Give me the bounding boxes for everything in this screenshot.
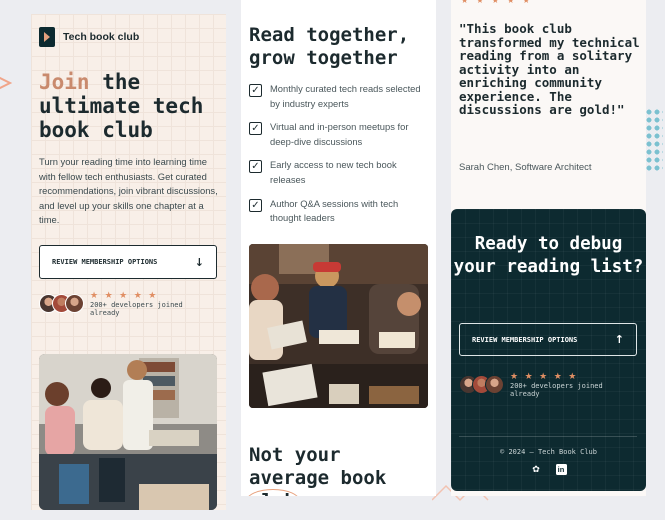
avatar: [485, 375, 504, 394]
decorative-arrow-icon: [0, 76, 13, 90]
cta-card: Ready to debug your reading list? REVIEW…: [451, 209, 646, 491]
review-membership-button[interactable]: REVIEW MEMBERSHIP OPTIONS ↑: [459, 323, 637, 356]
copyright: © 2024 – Tech Book Club: [500, 448, 597, 456]
checkbox-icon: ✓: [249, 122, 262, 136]
brand-name: Tech book club: [63, 31, 140, 43]
benefit-text: Monthly curated tech reads selected by i…: [270, 83, 421, 109]
joined-count: 200+ developers joined already: [90, 301, 183, 317]
arrow-down-icon: ↓: [194, 255, 204, 269]
social-proof: ★ ★ ★ ★ ★ 200+ developers joined already: [459, 371, 610, 398]
section-title-not-average: Not your average book club: [246, 444, 429, 496]
hero-title-accent: Join: [39, 70, 90, 94]
checkbox-icon: ✓: [249, 84, 262, 97]
benefit-item: ✓ Author Q&A sessions with tech thought …: [249, 197, 431, 226]
arrow-up-icon: ↑: [614, 333, 624, 346]
checkbox-icon: ✓: [249, 160, 262, 174]
section-title-circled-word: club: [246, 489, 300, 496]
star-rating: ★ ★ ★ ★ ★: [90, 290, 159, 300]
star-rating: ★ ★ ★ ★ ★: [510, 371, 579, 381]
star-rating: ★ ★ ★ ★ ★: [461, 0, 533, 5]
review-membership-label: REVIEW MEMBERSHIP OPTIONS: [472, 335, 578, 344]
bluesky-icon[interactable]: ✿: [531, 464, 542, 475]
avatar-group: [459, 375, 504, 394]
linkedin-icon[interactable]: in: [555, 464, 567, 475]
cta-title: Ready to debug your reading list?: [453, 234, 644, 277]
hero-subtitle: Turn your reading time into learning tim…: [39, 156, 218, 226]
brand[interactable]: Tech book club: [39, 27, 139, 47]
social-links: ✿ in: [451, 464, 646, 475]
review-membership-label: REVIEW MEMBERSHIP OPTIONS: [52, 258, 158, 266]
benefit-item: ✓ Early access to new tech book releases: [249, 158, 431, 187]
bookmark-play-logo: [39, 27, 55, 47]
testimonial-quote: "This book club transformed my technical…: [459, 21, 640, 117]
social-proof: ★ ★ ★ ★ ★ 200+ developers joined already: [39, 290, 190, 317]
benefits-title: Read together, grow together: [249, 24, 410, 69]
benefit-text: Early access to new tech book releases: [270, 159, 397, 185]
hero-title: Join the ultimate tech book club: [39, 70, 224, 142]
benefits-screen: Read together, grow together ✓ Monthly c…: [241, 0, 436, 496]
decorative-dot-grid: [645, 108, 663, 172]
benefit-text: Virtual and in-person meetups for deep-d…: [270, 121, 409, 147]
review-membership-button[interactable]: REVIEW MEMBERSHIP OPTIONS ↓: [39, 245, 217, 279]
testimonial-author: Sarah Chen, Software Architect: [459, 162, 592, 173]
testimonial-screen: ★ ★ ★ ★ ★ "This book club transformed my…: [451, 0, 646, 496]
benefit-item: ✓ Monthly curated tech reads selected by…: [249, 82, 431, 111]
footer-divider: [459, 436, 637, 437]
joined-count: 200+ developers joined already: [510, 382, 603, 398]
benefit-item: ✓ Virtual and in-person meetups for deep…: [249, 120, 431, 149]
checkbox-icon: ✓: [249, 198, 262, 212]
benefits-list: ✓ Monthly curated tech reads selected by…: [249, 82, 431, 235]
benefit-text: Author Q&A sessions with tech thought le…: [270, 197, 399, 224]
section-title-text: Not your average book: [249, 444, 387, 489]
book-club-photo: [39, 354, 217, 510]
avatar-group: [39, 294, 84, 313]
reading-group-photo: [249, 244, 428, 408]
avatar: [65, 294, 84, 313]
hero-screen: Tech book club Join the ultimate tech bo…: [31, 14, 226, 510]
